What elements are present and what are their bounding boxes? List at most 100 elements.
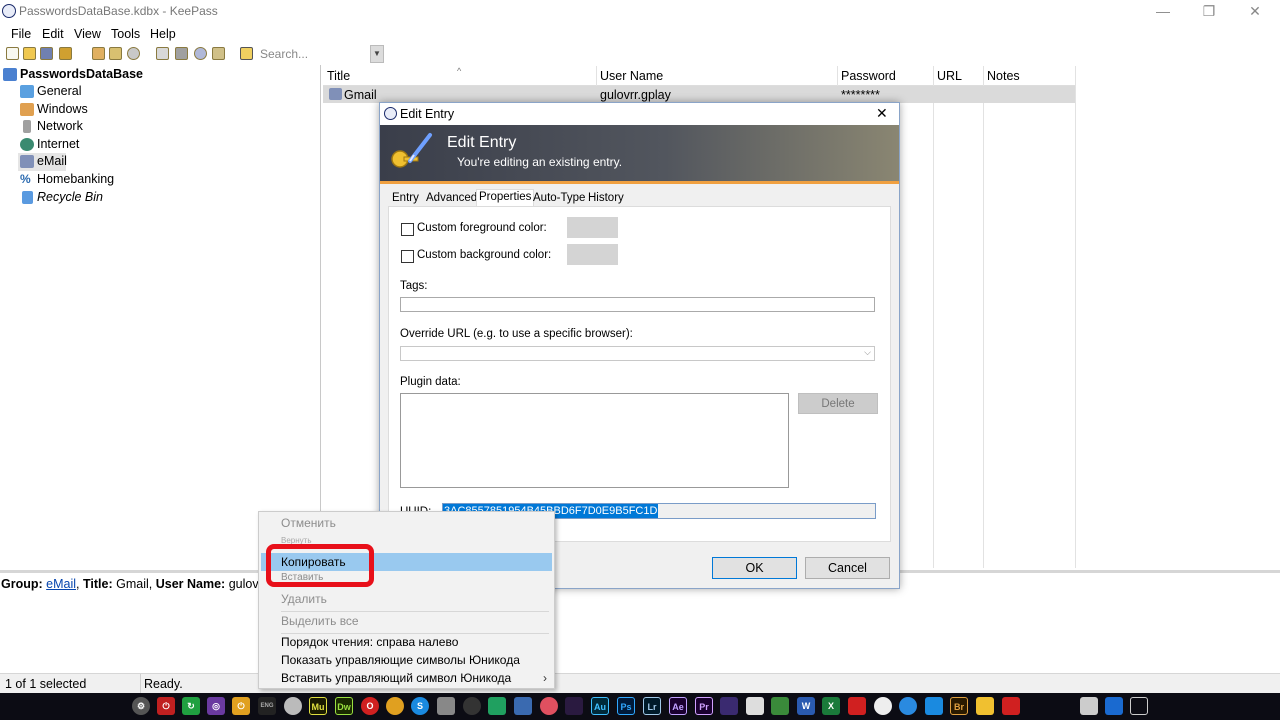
menu-edit[interactable]: Edit: [42, 27, 64, 41]
after-effects-app-icon[interactable]: Ae: [669, 697, 687, 715]
dialog-close-button[interactable]: ✕: [876, 105, 888, 122]
new-database-icon[interactable]: [6, 47, 19, 60]
chevron-down-icon: ⌵: [864, 347, 871, 357]
tree-item-label: Homebanking: [37, 172, 115, 186]
column-url[interactable]: URL: [937, 69, 962, 83]
lock-workspace-icon[interactable]: [240, 47, 253, 60]
minimize-button[interactable]: —: [1140, 0, 1186, 24]
file-explorer-icon[interactable]: [976, 697, 994, 715]
banner-title: Edit Entry: [447, 134, 517, 151]
app-icon[interactable]: [540, 697, 558, 715]
lightroom-app-icon[interactable]: Lr: [643, 697, 661, 715]
table-row[interactable]: Gmail gulovrr.gplay ********: [323, 86, 1075, 103]
copy-password-icon[interactable]: [109, 47, 122, 60]
tab-properties[interactable]: Properties: [476, 189, 535, 207]
ctx-rtl-reading-order[interactable]: Порядок чтения: справа налево: [259, 633, 554, 651]
search-icon[interactable]: [194, 47, 207, 60]
open-url-icon[interactable]: [127, 47, 140, 60]
app-icon[interactable]: [720, 697, 738, 715]
app-icon[interactable]: [899, 697, 917, 715]
audition-app-icon[interactable]: Au: [591, 697, 609, 715]
excel-app-icon[interactable]: X: [822, 697, 840, 715]
muse-app-icon[interactable]: Mu: [309, 697, 327, 715]
foreground-color-button[interactable]: [567, 217, 618, 238]
custom-foreground-checkbox[interactable]: [401, 223, 414, 236]
selection-count: 1 of 1 selected: [5, 677, 87, 691]
app-icon[interactable]: [925, 697, 943, 715]
pdf-app-icon[interactable]: [848, 697, 866, 715]
database-icon: [3, 68, 17, 81]
refresh-app-icon[interactable]: ↻: [182, 697, 200, 715]
column-password[interactable]: Password: [841, 69, 896, 83]
tree-item-label: Recycle Bin: [37, 190, 103, 204]
app-icon[interactable]: [1002, 697, 1020, 715]
tray-icon[interactable]: [1105, 697, 1123, 715]
add-entry-icon[interactable]: [59, 47, 72, 60]
power-plug-icon[interactable]: [1130, 697, 1148, 715]
menu-file[interactable]: File: [11, 27, 31, 41]
tags-label: Tags:: [400, 280, 428, 292]
ctx-delete[interactable]: Удалить: [259, 590, 554, 608]
close-button[interactable]: ✕: [1232, 0, 1278, 24]
app-icon[interactable]: [514, 697, 532, 715]
plugin-data-list[interactable]: [400, 393, 789, 488]
copy-username-icon[interactable]: [92, 47, 105, 60]
app-icon[interactable]: [488, 697, 506, 715]
open-database-icon[interactable]: [23, 47, 36, 60]
group-link[interactable]: eMail: [46, 577, 76, 591]
tab-advanced[interactable]: Advanced: [424, 191, 479, 207]
ok-button[interactable]: OK: [712, 557, 797, 579]
column-user-name[interactable]: User Name: [600, 69, 663, 83]
column-notes[interactable]: Notes: [987, 69, 1020, 83]
search-dropdown-icon[interactable]: ▼: [370, 45, 384, 63]
premiere-app-icon[interactable]: Pr: [695, 697, 713, 715]
app-icon[interactable]: [437, 697, 455, 715]
tree-item-email[interactable]: eMail: [18, 153, 67, 171]
ctx-select-all[interactable]: Выделить все: [259, 612, 554, 630]
menu-view[interactable]: View: [74, 27, 101, 41]
app-icon[interactable]: [746, 697, 764, 715]
photoshop-app-icon[interactable]: Ps: [617, 697, 635, 715]
tab-entry[interactable]: Entry: [390, 191, 421, 207]
menu-help[interactable]: Help: [150, 27, 176, 41]
override-url-combo[interactable]: ⌵: [400, 346, 875, 361]
custom-background-label: Custom background color:: [417, 249, 552, 261]
copy-entry-icon[interactable]: [156, 47, 169, 60]
key-dropdown-icon[interactable]: [212, 47, 225, 60]
column-title[interactable]: Title: [327, 69, 350, 83]
app-icon[interactable]: [463, 697, 481, 715]
clock-app-icon[interactable]: [284, 697, 302, 715]
find-icon[interactable]: [175, 47, 188, 60]
opera-icon[interactable]: O: [361, 697, 379, 715]
tab-history[interactable]: History: [586, 191, 626, 207]
power-app-icon[interactable]: ⏻: [157, 697, 175, 715]
ctx-insert-unicode-control[interactable]: Вставить управляющий символ Юникода: [259, 669, 554, 687]
restore-button[interactable]: ❐: [1186, 0, 1232, 24]
menu-tools[interactable]: Tools: [111, 27, 140, 41]
app-icon[interactable]: [771, 697, 789, 715]
timer-app-icon[interactable]: ⏻: [232, 697, 250, 715]
app-icon[interactable]: [565, 697, 583, 715]
keepass-taskbar-icon[interactable]: [874, 697, 892, 715]
app-icon[interactable]: ◎: [207, 697, 225, 715]
word-app-icon[interactable]: W: [797, 697, 815, 715]
custom-background-checkbox[interactable]: [401, 250, 414, 263]
search-input[interactable]: Search...: [258, 45, 370, 63]
keyboard-language-icon[interactable]: ENG: [258, 697, 276, 715]
bridge-app-icon[interactable]: Br: [950, 697, 968, 715]
background-color-button[interactable]: [567, 244, 618, 265]
chrome-icon[interactable]: [386, 697, 404, 715]
ctx-show-unicode-control[interactable]: Показать управляющие символы Юникода: [259, 651, 554, 669]
tray-icon[interactable]: [1080, 697, 1098, 715]
tab-auto-type[interactable]: Auto-Type: [531, 191, 587, 207]
tags-input[interactable]: [400, 297, 875, 312]
cancel-button[interactable]: Cancel: [805, 557, 890, 579]
ctx-undo[interactable]: Отменить: [259, 514, 554, 532]
save-icon[interactable]: [40, 47, 53, 60]
override-url-label: Override URL (e.g. to use a specific bro…: [400, 328, 633, 340]
skype-icon[interactable]: S: [411, 697, 429, 715]
settings-icon[interactable]: ⚙: [132, 697, 150, 715]
delete-plugin-data-button[interactable]: Delete: [798, 393, 878, 414]
dreamweaver-app-icon[interactable]: Dw: [335, 697, 353, 715]
keepass-lock-icon: [2, 4, 16, 18]
